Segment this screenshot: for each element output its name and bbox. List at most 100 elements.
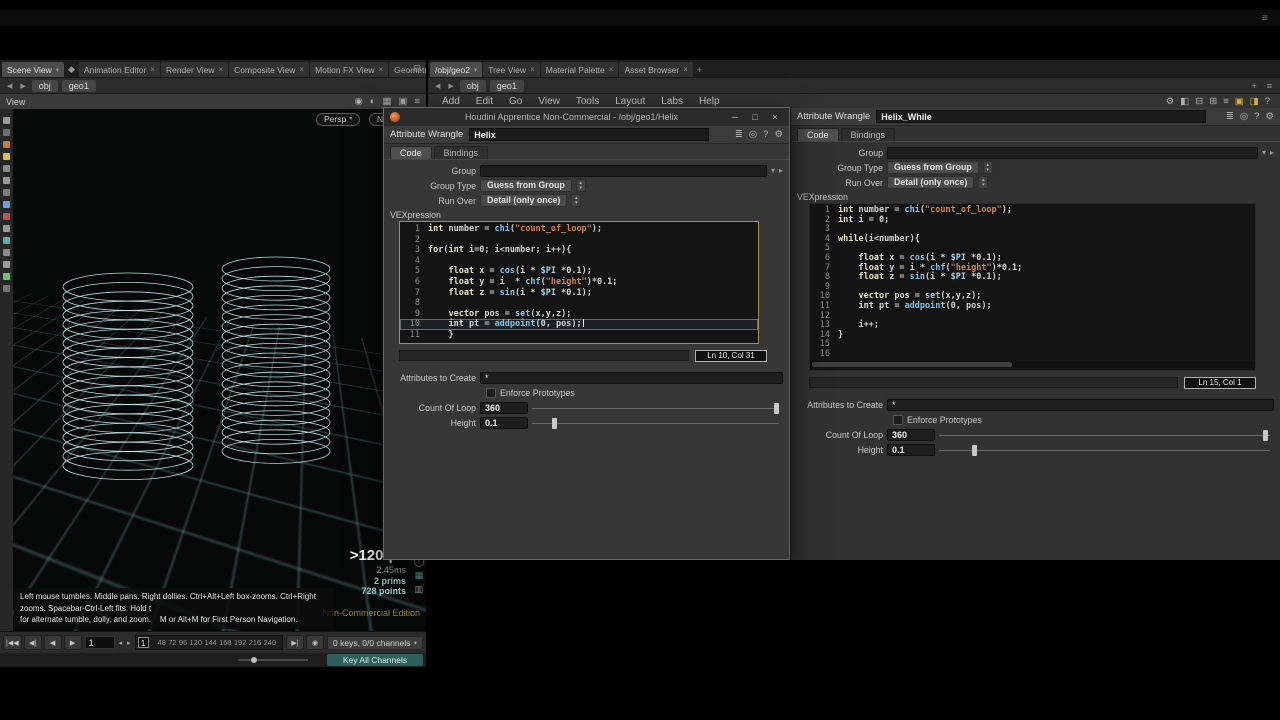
group-input[interactable] — [480, 165, 767, 177]
enforce-prototypes-checkbox[interactable] — [486, 388, 496, 398]
viewport-tool-icon[interactable] — [3, 261, 10, 268]
viewport-tool-icon[interactable] — [3, 141, 10, 148]
spinner-down-icon[interactable]: ▾ — [572, 201, 580, 206]
close-tab-icon[interactable]: × — [683, 65, 688, 74]
playhead-marker[interactable]: 1 — [138, 637, 149, 648]
viewport-tool-icon[interactable] — [3, 117, 10, 124]
menu-go[interactable]: Go — [501, 96, 530, 107]
tab-tree-view[interactable]: Tree View× — [483, 62, 539, 77]
folder-icon[interactable]: ◨ — [1250, 97, 1259, 107]
path-obj[interactable]: obj — [32, 80, 58, 92]
tab-obj-geo2[interactable]: /obj/geo2 ▾ — [430, 62, 482, 77]
group-type-select[interactable]: Guess from Group — [480, 179, 572, 192]
playback-speed-slider[interactable] — [238, 656, 308, 664]
code-line[interactable]: 7 float z = sin(i * $PI *0.1); — [400, 288, 758, 299]
close-tab-icon[interactable]: × — [150, 65, 155, 74]
help-icon[interactable]: ? — [763, 130, 768, 140]
timeline-ruler[interactable]: 1 487296120144168192216240 — [135, 635, 283, 650]
code-line[interactable]: 2 — [400, 235, 758, 246]
channels-dropdown[interactable]: 0 keys, 0/0 channels ▾ — [327, 636, 423, 650]
layout-horizontal-icon[interactable]: ◧ — [1180, 97, 1189, 107]
close-tab-icon[interactable]: × — [530, 65, 535, 74]
path-obj[interactable]: obj — [460, 80, 486, 92]
tab-material-palette[interactable]: Material Palette× — [541, 62, 619, 77]
run-over-select[interactable]: Detail (only once) — [480, 194, 567, 207]
group-input[interactable] — [887, 147, 1258, 159]
viewport-tool-icon[interactable] — [3, 153, 10, 160]
maximize-button[interactable]: □ — [745, 109, 765, 125]
code-line[interactable]: 8 float z = sin(i * $PI *0.1); — [810, 273, 1255, 283]
group-list-icon[interactable]: ▸ — [779, 166, 783, 175]
collapse-pane-icon[interactable]: ⊟ — [410, 61, 424, 76]
search-icon[interactable]: ◎ — [1240, 112, 1248, 122]
vex-code-editor[interactable]: 1int number = chi("count_of_loop");2int … — [809, 203, 1256, 371]
menu-labs[interactable]: Labs — [653, 96, 691, 107]
viewport-tool-icon[interactable] — [3, 249, 10, 256]
customize-icon[interactable]: ⚙ — [1166, 97, 1175, 107]
menu-tools[interactable]: Tools — [568, 96, 607, 107]
code-line[interactable]: 5 float x = cos(i * $PI *0.1); — [400, 266, 758, 277]
tab-render-view[interactable]: Render View× — [161, 62, 228, 77]
code-line[interactable]: 2int i = 0; — [810, 216, 1255, 226]
count-of-loop-slider[interactable] — [939, 429, 1270, 442]
code-line[interactable]: 3for(int i=0; i<number; i++){ — [400, 245, 758, 256]
horizontal-scrollbar[interactable] — [810, 361, 1255, 368]
tab-bindings[interactable]: Bindings — [841, 128, 896, 141]
group-list-icon[interactable]: ▸ — [1270, 148, 1274, 157]
chevron-down-icon[interactable]: ▾ — [1262, 148, 1266, 157]
forward-icon[interactable]: ▶ — [446, 82, 455, 90]
code-line[interactable]: 4while(i<number){ — [810, 235, 1255, 245]
snippet-field[interactable] — [399, 350, 689, 361]
options-icon[interactable]: ≡ — [1264, 78, 1275, 93]
tab-scene-view[interactable]: Scene View ▾ — [2, 62, 64, 77]
grid-icon[interactable]: ▦ — [382, 97, 391, 107]
key-all-channels-button[interactable]: Key All Channels — [327, 654, 423, 666]
close-tab-icon[interactable]: × — [378, 65, 383, 74]
camera-icon[interactable]: ▣ — [398, 97, 407, 107]
tab-motion-fx-view[interactable]: Motion FX View× — [310, 62, 388, 77]
slider-handle[interactable] — [251, 657, 257, 663]
slider-handle[interactable] — [972, 445, 977, 456]
spreadsheet-icon[interactable]: ▥ — [415, 584, 424, 595]
code-line[interactable]: 13 i++; — [810, 321, 1255, 331]
height-slider[interactable] — [939, 444, 1270, 457]
layout-vertical-icon[interactable]: ⊟ — [1195, 97, 1203, 107]
new-tab-icon[interactable]: + — [694, 62, 705, 77]
slider-handle[interactable] — [552, 418, 557, 429]
code-line[interactable]: 11 } — [400, 330, 758, 341]
count-of-loop-slider[interactable] — [532, 402, 779, 415]
help-icon[interactable]: ? — [1265, 97, 1270, 107]
group-type-select[interactable]: Guess from Group — [887, 161, 979, 174]
height-input[interactable] — [480, 417, 528, 429]
code-line[interactable]: 9 vector pos = set(x,y,z); — [400, 309, 758, 320]
forward-icon[interactable]: ▶ — [18, 82, 27, 90]
current-frame-input[interactable] — [85, 636, 115, 649]
tab-bindings[interactable]: Bindings — [434, 146, 489, 159]
code-line[interactable]: 11 int pt = addpoint(0, pos); — [810, 302, 1255, 312]
node-name-input[interactable] — [469, 128, 709, 141]
menu-add[interactable]: Add — [434, 96, 468, 107]
run-over-spinner[interactable]: ▴▾ — [978, 176, 988, 189]
viewport[interactable]: Persp ▾ No cam >120fps 2.45ms 2 prims 72… — [0, 109, 426, 631]
gear-icon[interactable]: ⚙ — [1265, 112, 1274, 122]
snippet-field[interactable] — [809, 377, 1178, 388]
frame-step-forward-icon[interactable]: ▸ — [126, 639, 132, 647]
play-icon[interactable]: ▶ — [64, 635, 82, 650]
network-list-icon[interactable]: ≡ — [1223, 97, 1229, 107]
window-titlebar[interactable]: Houdini Apprentice Non-Commercial - /obj… — [384, 108, 789, 126]
back-icon[interactable]: ◀ — [5, 82, 14, 90]
viewport-tool-icon[interactable] — [3, 129, 10, 136]
viewport-tool-icon[interactable] — [3, 213, 10, 220]
group-type-spinner[interactable]: ▴▾ — [576, 179, 586, 192]
spinner-down-icon[interactable]: ▾ — [984, 168, 992, 173]
code-line[interactable]: 8 — [400, 298, 758, 309]
tab-code[interactable]: Code — [797, 128, 839, 141]
count-of-loop-input[interactable] — [887, 429, 935, 441]
gear-icon[interactable]: ⚙ — [774, 130, 783, 140]
shading-icon[interactable]: ◐ — [370, 97, 376, 107]
back-icon[interactable]: ◀ — [433, 82, 442, 90]
height-slider[interactable] — [532, 417, 779, 430]
add-icon[interactable]: + — [1248, 78, 1259, 93]
menu-icon[interactable]: ≡ — [1262, 13, 1268, 24]
grid-display-icon[interactable]: ▦ — [415, 570, 424, 581]
